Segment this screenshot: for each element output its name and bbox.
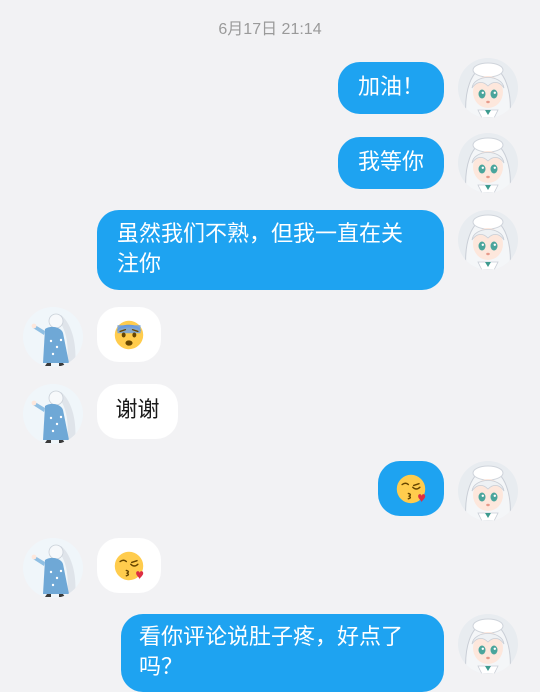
anime-girl-avatar-icon	[458, 133, 518, 193]
message-bubble-outgoing[interactable]: 看你评论说肚子疼，好点了吗？	[121, 614, 444, 692]
blue-dress-girl-avatar-icon	[23, 307, 83, 367]
anime-girl-avatar-icon	[458, 614, 518, 674]
message-bubble-outgoing[interactable]	[378, 461, 444, 516]
my-avatar[interactable]	[458, 614, 518, 674]
anime-girl-avatar-icon	[458, 461, 518, 521]
contact-avatar[interactable]	[23, 384, 83, 444]
contact-avatar[interactable]	[23, 307, 83, 367]
message-bubble-outgoing[interactable]: 虽然我们不熟，但我一直在关注你	[97, 210, 444, 290]
anime-girl-avatar-icon	[458, 58, 518, 118]
my-avatar[interactable]	[458, 133, 518, 193]
my-avatar[interactable]	[458, 58, 518, 118]
face-blowing-kiss-emoji-icon	[395, 473, 427, 505]
my-avatar[interactable]	[458, 210, 518, 270]
message-bubble-incoming[interactable]: 谢谢	[97, 384, 178, 439]
fearful-face-emoji-icon	[113, 319, 145, 351]
message-bubble-outgoing[interactable]: 我等你	[338, 137, 444, 189]
message-bubble-outgoing[interactable]: 加油！	[338, 62, 444, 114]
message-bubble-incoming[interactable]	[97, 538, 161, 593]
blue-dress-girl-avatar-icon	[23, 384, 83, 444]
anime-girl-avatar-icon	[458, 210, 518, 270]
chat-timestamp: 6月17日 21:14	[218, 21, 322, 38]
my-avatar[interactable]	[458, 461, 518, 521]
contact-avatar[interactable]	[23, 538, 83, 598]
chat-view: 6月17日 21:14 加油！ 我等你 虽然我们不熟，但我一直在关注你 谢谢 看…	[0, 0, 540, 692]
face-blowing-kiss-emoji-icon	[113, 550, 145, 582]
blue-dress-girl-avatar-icon	[23, 538, 83, 598]
message-bubble-incoming[interactable]	[97, 307, 161, 362]
